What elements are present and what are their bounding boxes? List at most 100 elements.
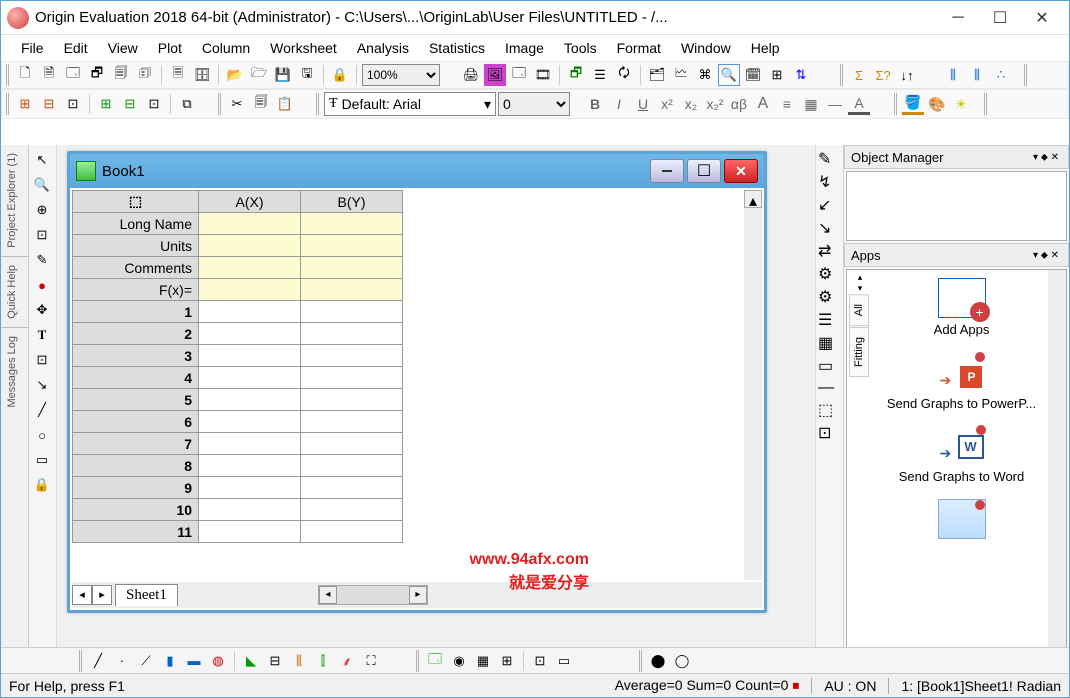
save-icon[interactable]: 💾 — [272, 64, 294, 86]
underline-button[interactable]: U — [632, 93, 654, 115]
row-number[interactable]: 1 — [73, 301, 199, 323]
align-button[interactable]: ≡ — [776, 93, 798, 115]
minimize-button[interactable]: ─ — [937, 3, 979, 33]
refresh-icon[interactable]: 🗘 — [613, 64, 635, 86]
new-graph-icon[interactable]: 🗗 — [86, 64, 108, 86]
apps-tab-all[interactable]: All — [849, 294, 869, 326]
3d-plot-icon[interactable]: ⛶ — [360, 650, 382, 672]
data-cell[interactable] — [199, 521, 301, 543]
reader-tool[interactable]: ⊕ — [31, 199, 53, 221]
paste-icon[interactable]: 📋 — [274, 93, 296, 115]
rt-12[interactable]: ⬚ — [818, 400, 841, 420]
data-cell[interactable] — [199, 323, 301, 345]
data-tool[interactable]: ⊡ — [31, 224, 53, 246]
data-cell[interactable] — [199, 367, 301, 389]
menu-format[interactable]: Format — [607, 36, 671, 60]
data-cell[interactable] — [301, 345, 403, 367]
preview-icon[interactable]: ☰ — [589, 64, 611, 86]
data-cell[interactable] — [301, 323, 403, 345]
apps-tab-fitting[interactable]: Fitting — [849, 327, 869, 377]
pie-plot-icon[interactable]: ◍ — [207, 650, 229, 672]
extract-icon[interactable]: ⊡ — [529, 650, 551, 672]
mask-off-icon[interactable]: ◯ — [671, 650, 693, 672]
om-autohide-icon[interactable]: ▾ ⬥ ✕ — [1030, 152, 1062, 163]
import-icon[interactable]: 🖼 — [484, 64, 506, 86]
wks-icon-2[interactable]: ⊟ — [38, 93, 60, 115]
bar-chart-icon[interactable]: ⫼ — [942, 64, 964, 86]
sort-icon[interactable]: ↓↑ — [896, 64, 918, 86]
menu-edit[interactable]: Edit — [54, 36, 98, 60]
worksheet-grid[interactable]: ⬚A(X)B(Y)Long NameUnitsCommentsF(x)=1234… — [72, 190, 762, 580]
print-icon[interactable]: 🖨 — [460, 64, 482, 86]
scatter-plot-icon[interactable]: · — [111, 650, 133, 672]
data-cell[interactable] — [199, 455, 301, 477]
messages-log-tab[interactable]: Messages Log — [1, 328, 28, 416]
mdi-maximize-button[interactable]: ☐ — [687, 159, 721, 183]
new-workbook-icon[interactable]: 🗎 — [38, 64, 60, 86]
layer-icon[interactable]: ▭ — [553, 650, 575, 672]
rt-3[interactable]: ↙ — [818, 195, 841, 215]
menu-statistics[interactable]: Statistics — [419, 36, 495, 60]
apps-scroll-up[interactable]: ▴ — [849, 272, 871, 283]
data-cell[interactable] — [199, 411, 301, 433]
wks-icon-1[interactable]: ⊞ — [14, 93, 36, 115]
meta-cell[interactable] — [301, 257, 403, 279]
save-template-icon[interactable]: 🖫 — [296, 64, 318, 86]
meta-cell[interactable] — [301, 213, 403, 235]
manager-icon[interactable]: 🗓 — [742, 64, 764, 86]
wks-icon-4[interactable]: ⊞ — [95, 93, 117, 115]
new-project-icon[interactable]: 🗋 — [14, 64, 36, 86]
region-tool[interactable]: ✥ — [31, 299, 53, 321]
rt-4[interactable]: ↘ — [818, 218, 841, 238]
hscrollbar[interactable]: ◂▸ — [318, 585, 428, 605]
sheet-nav-first[interactable]: ◂ — [72, 585, 92, 605]
data-cell[interactable] — [199, 499, 301, 521]
mdi-minimize-button[interactable] — [650, 159, 684, 183]
row-number[interactable]: 2 — [73, 323, 199, 345]
wks-icon-6[interactable]: ⊡ — [143, 93, 165, 115]
app-add-apps[interactable]: + Add Apps — [934, 278, 990, 338]
row-number[interactable]: 5 — [73, 389, 199, 411]
rt-8[interactable]: ☰ — [818, 310, 841, 330]
data-cell[interactable] — [301, 521, 403, 543]
meta-cell[interactable] — [199, 213, 301, 235]
mdi-close-button[interactable]: ✕ — [724, 159, 758, 183]
cut-icon[interactable]: ✂ — [226, 93, 248, 115]
zoom-tool[interactable]: 🔍 — [31, 174, 53, 196]
open-template-icon[interactable]: 🗁 — [248, 64, 270, 86]
bold-button[interactable]: B — [584, 93, 606, 115]
sheet-tab-1[interactable]: Sheet1 — [115, 584, 178, 606]
menu-file[interactable]: File — [11, 36, 54, 60]
data-cell[interactable] — [199, 477, 301, 499]
code-icon[interactable]: 🔍 — [718, 64, 740, 86]
col-header-a[interactable]: A(X) — [199, 191, 301, 213]
row-number[interactable]: 7 — [73, 433, 199, 455]
row-number[interactable]: 10 — [73, 499, 199, 521]
apps-header[interactable]: Apps ▾ ⬥ ✕ — [844, 243, 1069, 267]
wks-icon-5[interactable]: ⊟ — [119, 93, 141, 115]
data-cell[interactable] — [199, 389, 301, 411]
fill-color-button[interactable]: 🪣 — [902, 93, 924, 115]
data-cell[interactable] — [301, 411, 403, 433]
sheet-nav-prev[interactable]: ▸ — [92, 585, 112, 605]
rt-13[interactable]: ⊡ — [818, 423, 841, 443]
rect-tool[interactable]: ▭ — [31, 449, 53, 471]
new-matrix-icon[interactable]: 🗐 — [110, 64, 132, 86]
row-number[interactable]: 8 — [73, 455, 199, 477]
font-size-select[interactable]: 0 — [498, 92, 570, 116]
lock-tool[interactable]: 🔒 — [31, 474, 53, 496]
data-cell[interactable] — [301, 455, 403, 477]
apps-scroll-down[interactable]: ▾ — [849, 283, 871, 294]
menu-column[interactable]: Column — [192, 36, 260, 60]
bar2-chart-icon[interactable]: ⫼ — [966, 64, 988, 86]
row-number[interactable]: 9 — [73, 477, 199, 499]
line-button[interactable]: — — [824, 93, 846, 115]
menu-view[interactable]: View — [98, 36, 148, 60]
font-color-button[interactable]: A — [848, 93, 870, 115]
stack-plot-icon[interactable]: ⫿ — [312, 650, 334, 672]
hist-plot-icon[interactable]: ⫼ — [288, 650, 310, 672]
rt-10[interactable]: ▭ — [818, 356, 841, 376]
palette-button[interactable]: 🎨 — [926, 93, 948, 115]
meta-cell[interactable] — [199, 235, 301, 257]
linesym-plot-icon[interactable]: ⟋ — [135, 650, 157, 672]
